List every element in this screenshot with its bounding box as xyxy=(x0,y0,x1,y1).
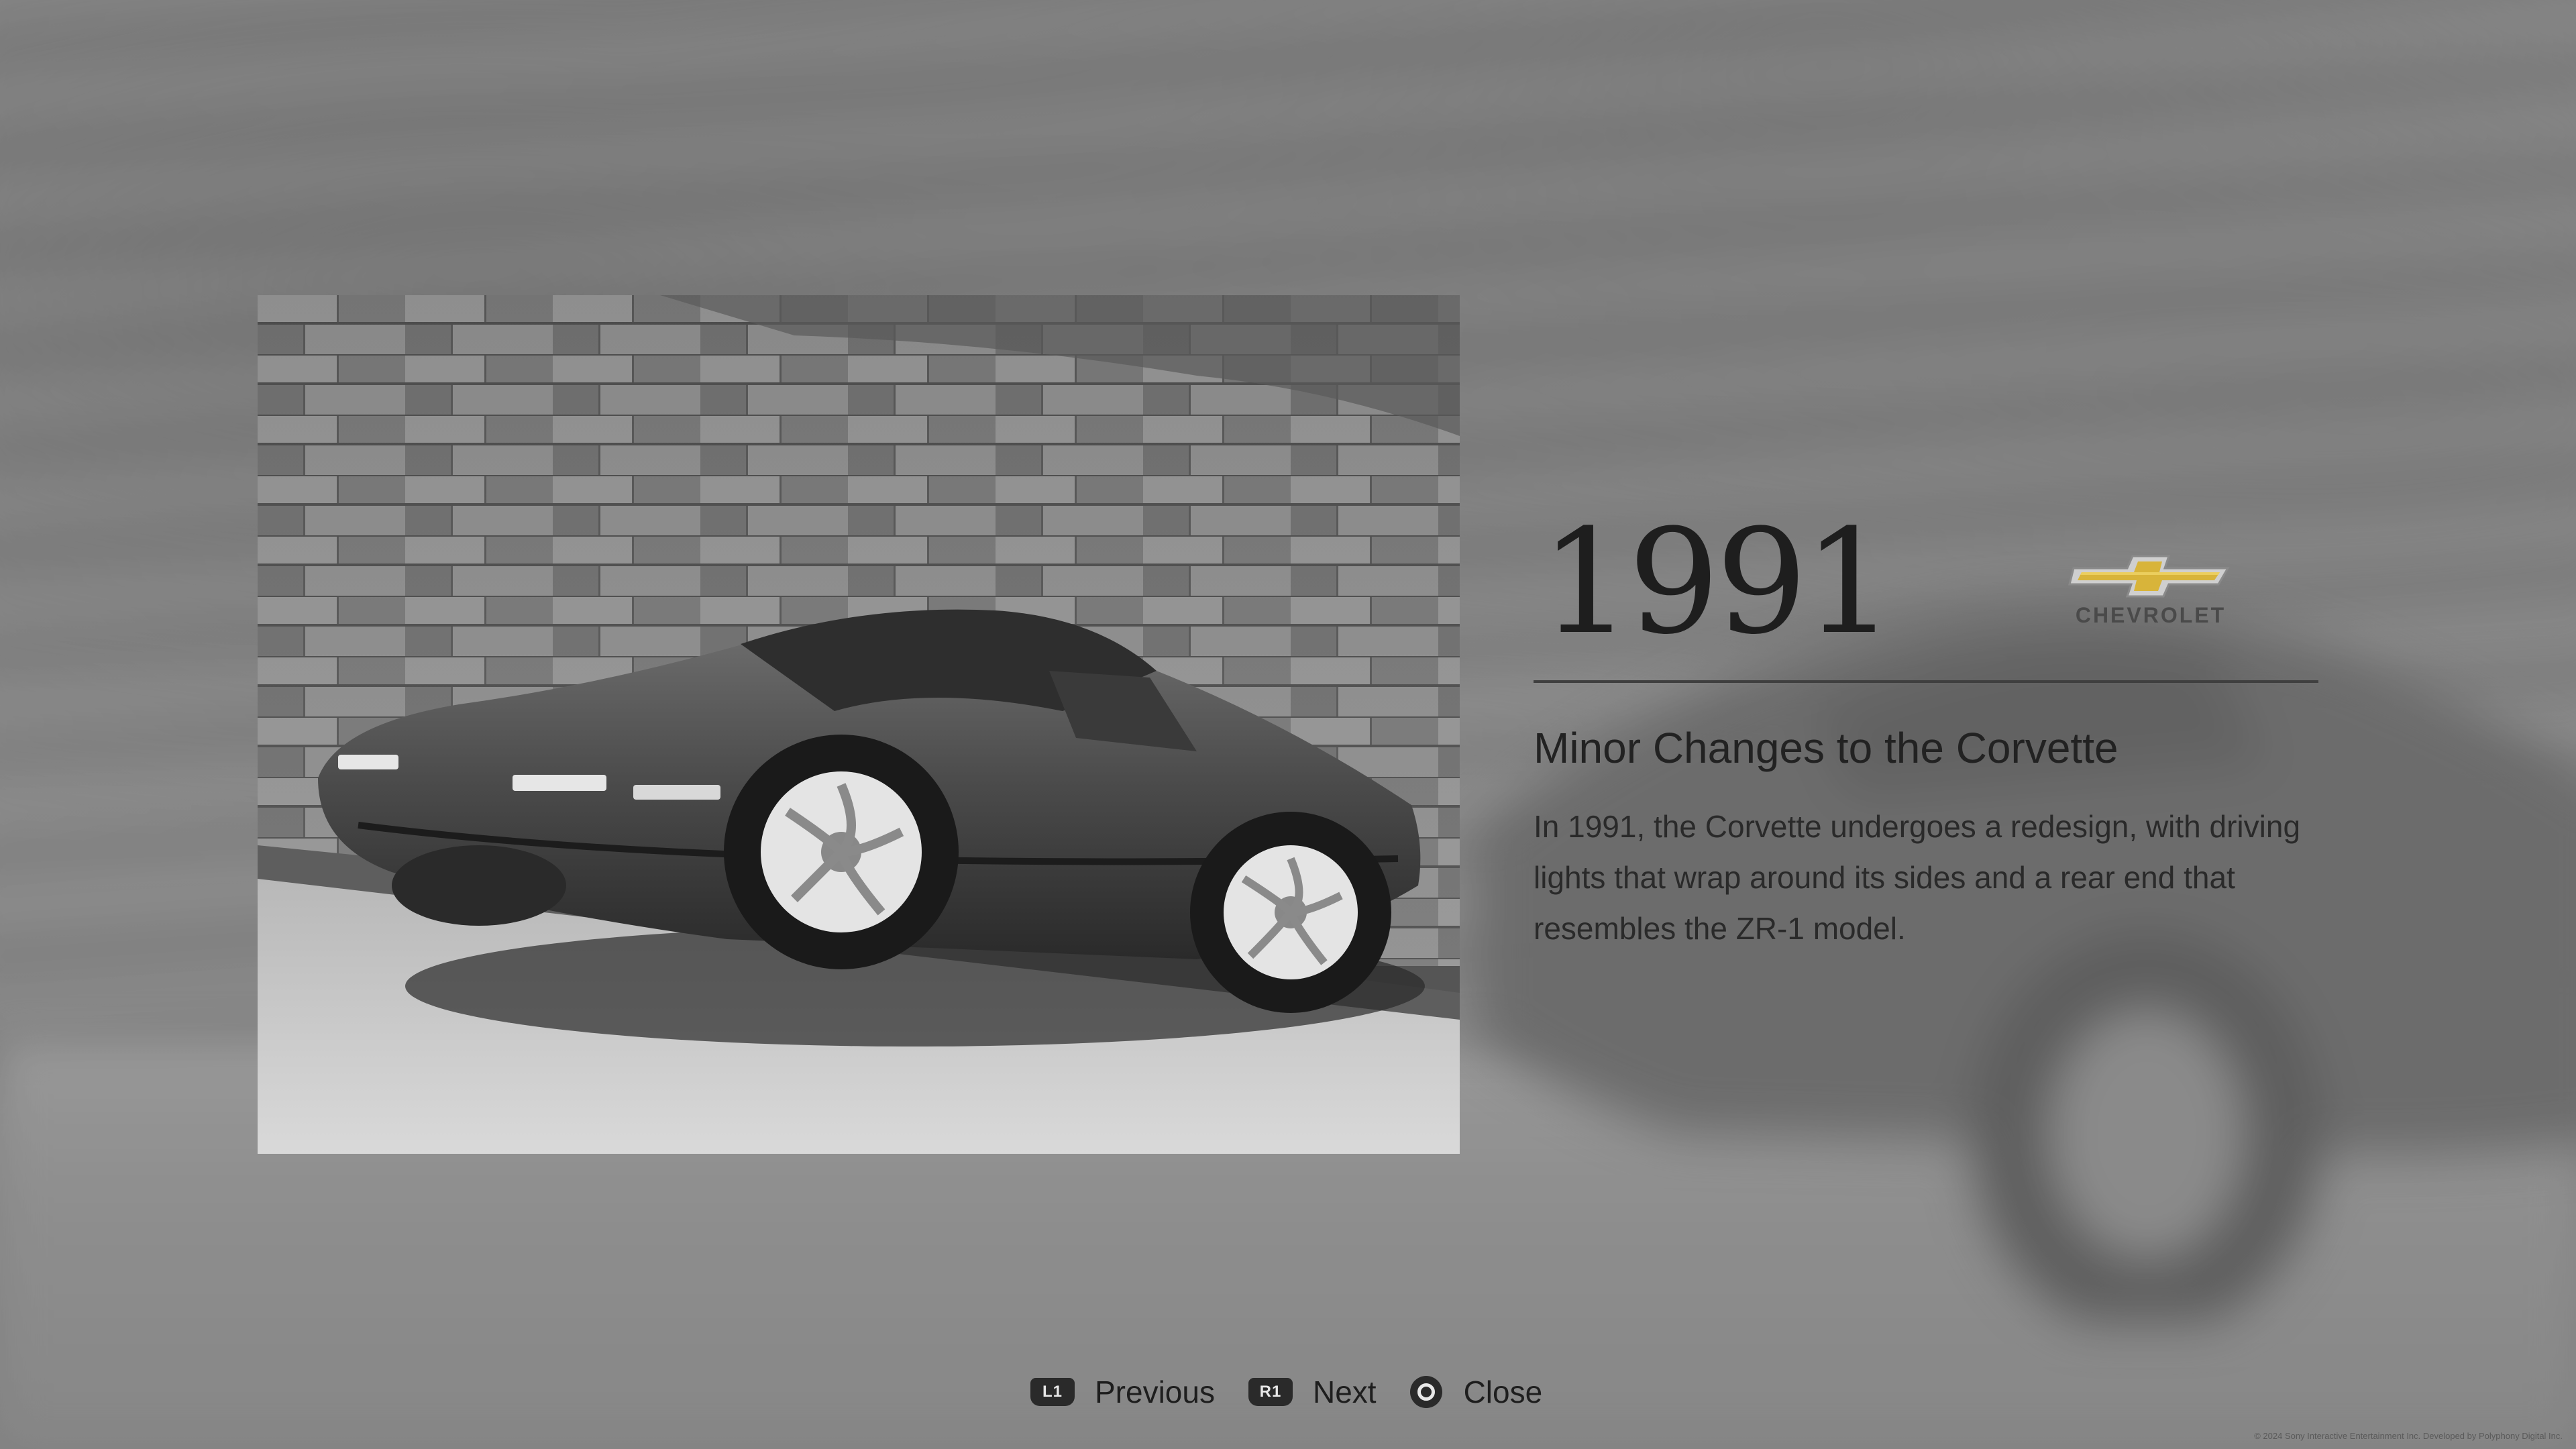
brand-name: CHEVROLET xyxy=(2075,603,2226,627)
r1-button-icon: R1 xyxy=(1248,1378,1293,1406)
year-title: 1991 xyxy=(1540,498,1895,666)
year-row: 1991 CHEVROLET xyxy=(1534,510,2318,671)
info-panel: 1991 CHEVROLET Minor Changes to the Corv… xyxy=(1534,510,2318,954)
previous-button[interactable]: L1 Previous xyxy=(1030,1374,1215,1410)
corvette-photo xyxy=(258,295,1460,1154)
chevrolet-bowtie-icon xyxy=(2068,555,2230,598)
close-button[interactable]: Close xyxy=(1409,1374,1543,1410)
copyright-notice: © 2024 Sony Interactive Entertainment In… xyxy=(2254,1431,2563,1441)
next-label: Next xyxy=(1312,1375,1377,1409)
circle-button-icon xyxy=(1409,1376,1442,1408)
next-button[interactable]: R1 Next xyxy=(1248,1374,1377,1410)
entry-headline: Minor Changes to the Corvette xyxy=(1534,724,2118,772)
controller-hints: L1 Previous R1 Next Close xyxy=(1030,1368,1542,1415)
l1-button-icon: L1 xyxy=(1030,1378,1075,1406)
close-label: Close xyxy=(1463,1375,1543,1409)
entry-description: In 1991, the Corvette undergoes a redesi… xyxy=(1534,809,2301,947)
previous-label: Previous xyxy=(1095,1375,1215,1409)
title-divider xyxy=(1534,680,2318,683)
brand-logo: CHEVROLET xyxy=(2063,553,2238,628)
